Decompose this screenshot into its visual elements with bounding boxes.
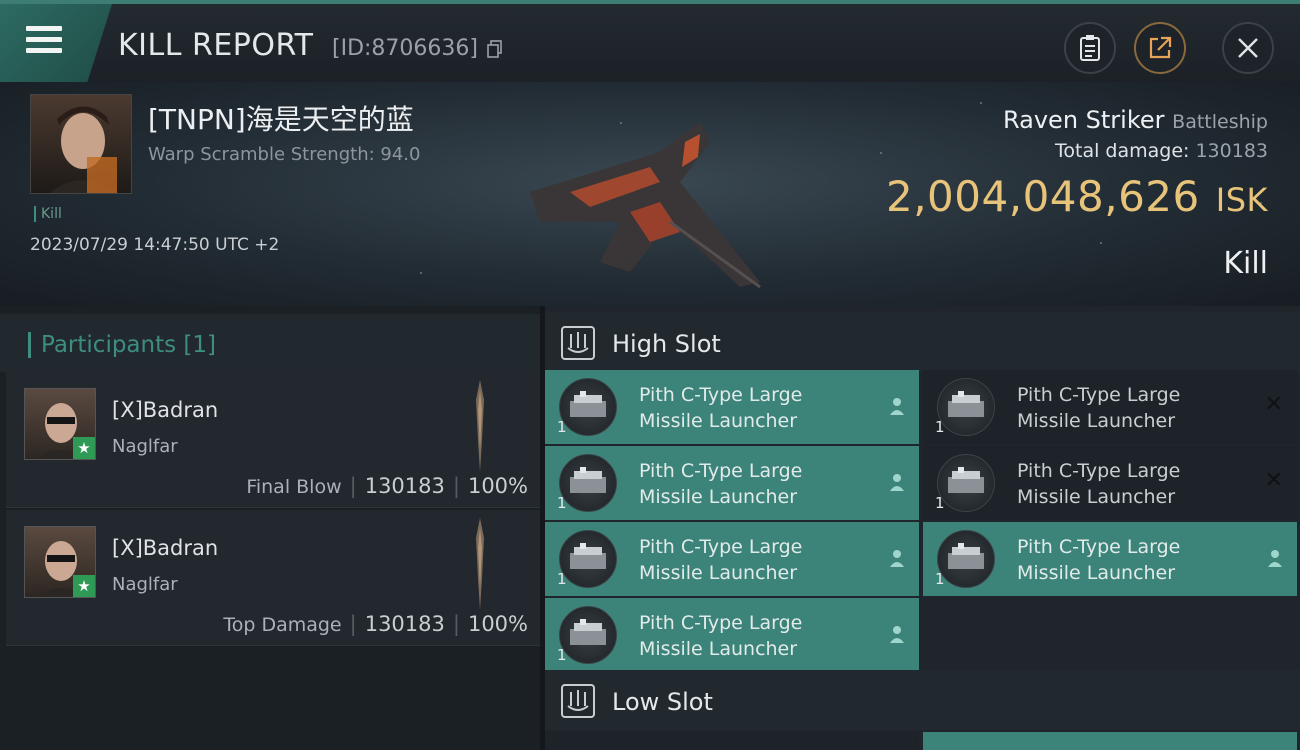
missile-launcher-icon [937,454,995,512]
participant-name[interactable]: [X]Badran [112,398,218,422]
module-slot[interactable]: 1 Pith C-Type Large Missile Launcher [545,370,919,444]
low-slot-title: Low Slot [612,688,713,716]
participant-damage: 130183 [364,474,445,498]
destroyed-icon: ✕ [1264,468,1283,493]
warp-scramble-strength: Warp Scramble Strength: 94.0 [148,144,421,165]
module-quantity: 1 [557,646,567,664]
clipboard-button[interactable] [1064,22,1116,74]
victim-ship[interactable]: Raven Striker Battleship [1003,106,1268,134]
module-name: Pith C-Type Large Missile Launcher [639,536,803,584]
participant-role: Final Blow [246,476,342,498]
copy-icon[interactable] [487,40,503,58]
person-icon [890,626,904,643]
avatar[interactable]: ★ [24,526,96,598]
participant-name[interactable]: [X]Badran [112,536,218,560]
module-slot[interactable]: 1 Pith C-Type Large Missile Launcher ✕ [923,370,1297,444]
module-name: Pith C-Type Large Missile Launcher [639,612,803,660]
module-name: Pith C-Type Large Missile Launcher [1017,536,1181,584]
share-button[interactable] [1134,22,1186,74]
victim-name[interactable]: [TNPN]海是天空的蓝 [148,98,414,138]
destroyed-icon: ✕ [1264,392,1283,417]
avatar[interactable]: ★ [24,388,96,460]
module-name: Pith C-Type Large Missile Launcher [1017,460,1181,508]
person-icon [890,474,904,491]
missile-launcher-icon [559,530,617,588]
participant-damage: 130183 [364,612,445,636]
victim-portrait[interactable] [30,94,132,194]
participants-title: Participants [1] [28,332,216,358]
participant-row[interactable]: ★ [X]Badran Naglfar Final Blow | 130183 | 10… [6,372,540,508]
participant-ship[interactable]: Naglfar [112,574,178,595]
star-icon: ★ [73,437,95,459]
clipboard-icon [1080,35,1100,61]
person-icon [890,550,904,567]
page-title: KILL REPORT [118,28,314,63]
star-icon: ★ [73,575,95,597]
isk-unit: ISK [1215,181,1268,219]
menu-button[interactable] [0,4,112,82]
participants-header[interactable]: Participants [1] [0,314,540,372]
weapon-icon[interactable] [470,518,490,610]
module-slot[interactable]: 1 Pith C-Type Large Missile Launcher [545,446,919,520]
person-icon [890,398,904,415]
module-slot[interactable]: 1 Pith C-Type Large Missile Launcher [545,598,919,672]
close-button[interactable] [1222,22,1274,74]
participant-percent: 100% [467,612,528,636]
ship-name: Raven Striker [1003,106,1165,134]
share-icon [1149,36,1172,59]
kill-result: Kill [1223,246,1268,281]
isk-amount: 2,004,048,626 [885,172,1200,221]
module-slot[interactable]: 1 Pith C-Type Large Missile Launcher [545,522,919,596]
person-icon [1268,550,1282,567]
participant-role: Top Damage [223,614,342,636]
participant-row[interactable]: ★ [X]Badran Naglfar Top Damage | 130183 | 10… [6,510,540,646]
kill-type-tag: Kill [34,206,62,222]
participant-percent: 100% [467,474,528,498]
module-quantity: 1 [935,418,945,436]
top-bar: KILL REPORT [ID:8706636] [0,0,1300,82]
module-quantity: 1 [935,570,945,588]
low-slot-icon [561,684,595,718]
missile-launcher-icon [937,530,995,588]
module-quantity: 1 [557,570,567,588]
participant-stats: Final Blow | 130183 | 100% [246,474,528,498]
ship-class: Battleship [1172,111,1268,133]
menu-icon [26,26,62,56]
high-slot-header[interactable]: High Slot [545,312,1300,372]
isk-value: 2,004,048,626 ISK [886,172,1268,221]
close-icon [1238,38,1258,58]
ship-image[interactable] [510,112,780,292]
module-slot[interactable]: 1 Pith C-Type Large Missile Launcher ✕ [923,446,1297,520]
module-quantity: 1 [557,418,567,436]
module-quantity: 1 [935,494,945,512]
module-slot[interactable]: 1 Pith C-Type Large Missile Launcher [923,522,1297,596]
high-slot-title: High Slot [612,330,721,358]
kill-id: [ID:8706636] [332,36,478,61]
missile-launcher-icon [559,378,617,436]
fitting-panel: High Slot 1 Pith C-Type Large Missile Lau… [545,306,1300,750]
missile-launcher-icon [937,378,995,436]
high-slot-icon [561,326,595,360]
module-name: Pith C-Type Large Missile Launcher [639,460,803,508]
total-damage-label: Total damage: [1055,140,1190,162]
module-quantity: 1 [557,494,567,512]
module-name: Pith C-Type Large Missile Launcher [1017,384,1181,432]
missile-launcher-icon [559,606,617,664]
participant-ship[interactable]: Naglfar [112,436,178,457]
weapon-icon[interactable] [470,380,490,472]
total-damage: Total damage: 130183 [1055,140,1268,162]
participants-panel: Participants [1] ★ [X]Badran Naglfar Fin… [0,306,540,750]
missile-launcher-icon [559,454,617,512]
participant-stats: Top Damage | 130183 | 100% [223,612,528,636]
kill-summary-banner: [TNPN]海是天空的蓝 Warp Scramble Strength: 94.… [0,82,1300,306]
module-slot-partial[interactable] [923,732,1297,750]
module-slot-partial[interactable] [545,732,919,750]
low-slot-header[interactable]: Low Slot [545,670,1300,730]
module-name: Pith C-Type Large Missile Launcher [639,384,803,432]
kill-datetime: 2023/07/29 14:47:50 UTC +2 [30,235,280,255]
total-damage-value: 130183 [1195,140,1268,162]
